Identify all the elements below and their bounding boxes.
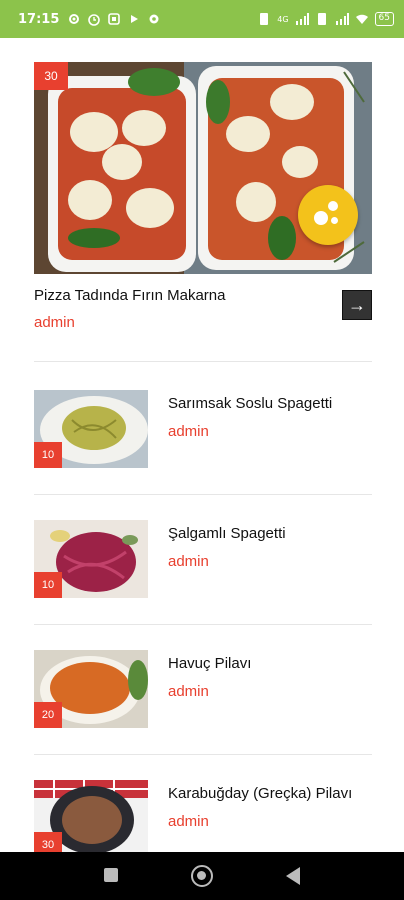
home-icon[interactable] — [191, 865, 213, 887]
recipe-thumbnail[interactable]: 30 — [34, 780, 148, 858]
gear-icon — [149, 14, 159, 24]
cook-time-badge: 30 — [34, 62, 68, 90]
recipe-title[interactable]: Karabuğday (Greçka) Pilavı — [168, 785, 352, 802]
recipe-title[interactable]: Şalgamlı Spagetti — [168, 525, 286, 542]
floating-action-button[interactable] — [298, 185, 358, 245]
arrow-right-icon[interactable]: → — [342, 290, 372, 320]
recipe-author[interactable]: admin — [168, 423, 209, 440]
recipe-author[interactable]: admin — [168, 553, 209, 570]
recipe-author[interactable]: admin — [168, 813, 209, 830]
status-system-icons: 4G 65 — [257, 12, 394, 26]
sim-icon-2 — [317, 13, 326, 25]
signal-icon-2 — [335, 13, 349, 25]
recipe-thumbnail[interactable]: 10 — [34, 520, 148, 598]
divider — [34, 361, 372, 362]
screenshot-icon — [108, 13, 121, 25]
recipe-thumbnail[interactable]: 10 — [34, 390, 148, 468]
network-type: 4G — [277, 14, 289, 24]
recipe-thumbnail[interactable]: 20 — [34, 650, 148, 728]
status-notification-icons — [67, 12, 161, 26]
battery-icon: 65 — [374, 12, 394, 26]
settings-icon — [69, 14, 80, 24]
sim-icon — [260, 13, 269, 25]
cook-time-badge: 10 — [34, 442, 62, 468]
back-icon[interactable] — [286, 867, 300, 885]
cook-time-badge: 10 — [34, 572, 62, 598]
status-time: 17:15 — [18, 11, 60, 27]
recipe-title[interactable]: Havuç Pilavı — [168, 655, 251, 672]
wifi-icon — [355, 14, 368, 24]
status-bar: 17:15 4G 65 — [0, 0, 404, 38]
recipe-title[interactable]: Sarımsak Soslu Spagetti — [168, 395, 332, 412]
recents-icon[interactable] — [104, 868, 118, 882]
alarm-icon — [88, 14, 101, 26]
recipe-author[interactable]: admin — [168, 683, 209, 700]
cook-time-badge: 20 — [34, 702, 62, 728]
featured-recipe-title[interactable]: Pizza Tadında Fırın Makarna — [34, 287, 225, 304]
signal-icon — [295, 13, 309, 25]
play-icon — [131, 15, 139, 23]
system-navigation-bar — [0, 852, 404, 900]
divider — [34, 754, 372, 755]
divider — [34, 494, 372, 495]
featured-recipe-author[interactable]: admin — [34, 314, 75, 331]
divider — [34, 624, 372, 625]
